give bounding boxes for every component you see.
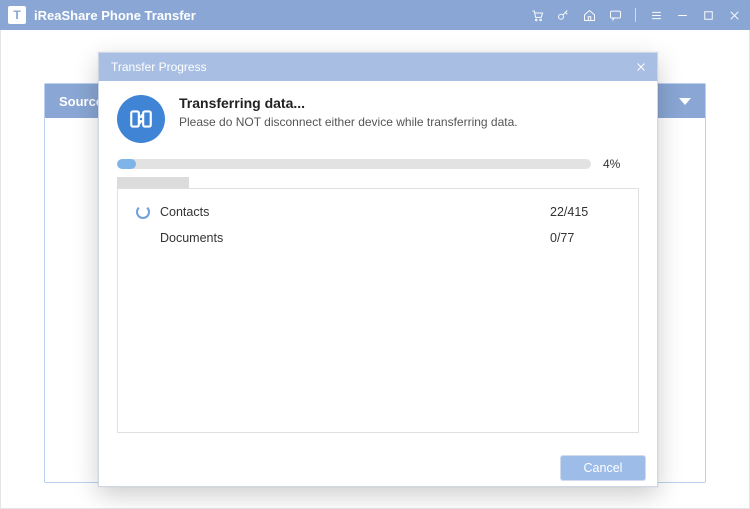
titlebar-separator xyxy=(635,8,636,22)
dialog-footer: Cancel xyxy=(99,450,657,486)
dialog-header: Transfer Progress xyxy=(99,53,657,81)
list-item: Documents 0/77 xyxy=(134,225,622,251)
feedback-icon[interactable] xyxy=(607,7,623,23)
titlebar-actions xyxy=(529,7,742,23)
progress-fill xyxy=(117,159,136,169)
transfer-icon xyxy=(117,95,165,143)
window-body: Source: Transfer Progress Tr xyxy=(0,30,750,509)
app-logo: T xyxy=(8,6,26,24)
info-row: Transferring data... Please do NOT disco… xyxy=(117,95,639,143)
progress-percent: 4% xyxy=(603,157,639,171)
maximize-icon[interactable] xyxy=(700,7,716,23)
app-title: iReaShare Phone Transfer xyxy=(34,8,529,23)
transfer-heading: Transferring data... xyxy=(179,95,518,111)
titlebar: T iReaShare Phone Transfer xyxy=(0,0,750,30)
transfer-progress-dialog: Transfer Progress Transferring data... P… xyxy=(98,52,658,487)
progress-wrap: 4% xyxy=(117,157,639,171)
key-icon[interactable] xyxy=(555,7,571,23)
item-name: Contacts xyxy=(160,205,550,219)
transfer-subtext: Please do NOT disconnect either device w… xyxy=(179,115,518,129)
close-icon[interactable] xyxy=(726,7,742,23)
chevron-down-icon xyxy=(679,98,691,105)
item-name: Documents xyxy=(160,231,550,245)
dialog-title: Transfer Progress xyxy=(111,60,633,74)
item-count: 22/415 xyxy=(550,205,620,219)
menu-icon[interactable] xyxy=(648,7,664,23)
minimize-icon[interactable] xyxy=(674,7,690,23)
cancel-button[interactable]: Cancel xyxy=(561,456,645,480)
item-icon-empty xyxy=(136,231,150,245)
cart-icon[interactable] xyxy=(529,7,545,23)
items-list: Contacts 22/415 Documents 0/77 xyxy=(117,188,639,433)
info-text: Transferring data... Please do NOT disco… xyxy=(179,95,518,129)
dialog-body: Transferring data... Please do NOT disco… xyxy=(99,81,657,443)
list-item: Contacts 22/415 xyxy=(134,199,622,225)
dialog-close-button[interactable] xyxy=(633,59,649,75)
progress-bar xyxy=(117,159,591,169)
spinner-icon xyxy=(136,205,150,219)
home-icon[interactable] xyxy=(581,7,597,23)
item-count: 0/77 xyxy=(550,231,620,245)
